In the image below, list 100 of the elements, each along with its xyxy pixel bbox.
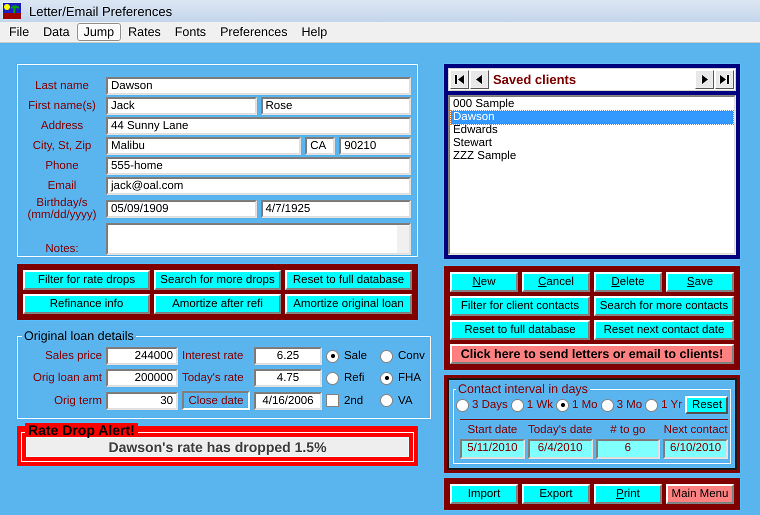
option-label: 2nd [344,394,364,406]
input-field[interactable]: 44 Sunny Lane [106,117,411,135]
field-label: Interest rate [182,350,244,362]
action-button[interactable]: Reset to full database [450,320,590,340]
send-button[interactable]: Click here to send letters or email to clients! [450,344,734,364]
reset-button[interactable]: Reset [685,396,728,414]
field-label: City, St, Zip [32,140,92,152]
action-button[interactable]: Main Menu [666,484,734,504]
option-label: Conv [398,350,425,362]
next-icon[interactable] [695,70,714,89]
input-field[interactable]: 05/09/1909 [106,200,256,218]
action-button[interactable]: Search for more contacts [594,296,734,316]
option-label: 3 Mo [616,399,642,411]
action-button[interactable]: Reset to full database [285,270,412,290]
radio-button[interactable] [600,398,614,412]
input-field[interactable]: 6.25 [254,347,322,365]
option-label: 1 Wk [526,399,553,411]
action-button[interactable]: Filter for rate drops [23,270,150,290]
input-field[interactable]: Dawson [106,77,411,95]
column-label: Start date [466,424,518,436]
list-item[interactable]: 000 Sample [451,98,733,111]
menu-item[interactable]: Rates [121,23,168,41]
menu-item[interactable]: File [2,23,36,41]
input-field[interactable]: CA [305,137,336,155]
column-label: # to go [609,424,646,436]
input-field[interactable]: 30 [106,392,178,410]
field-label: First name(s) [27,100,97,112]
date-field: 6/4/2010 [528,439,592,459]
action-button[interactable]: Delete [594,272,662,292]
column-label: Next contact [663,424,728,436]
menu-item[interactable]: Preferences [213,23,294,41]
group-title: Original loan details [23,329,135,343]
input-field[interactable]: jack@oal.com [106,177,411,195]
input-field[interactable]: 4.75 [254,369,322,387]
action-button[interactable]: Refinance info [23,294,150,314]
action-button[interactable]: Reset next contact date [594,320,734,340]
notes-field[interactable] [106,223,411,255]
column-label: Today's date [528,424,592,436]
field-label: Notes: [44,243,80,255]
menu-item[interactable]: Fonts [168,23,214,41]
option-label: 1 Yr [661,399,682,411]
close-date-button[interactable]: Close date [182,391,250,410]
menu-item[interactable]: Jump [76,23,122,41]
field-label: Last name [34,80,90,92]
field-label: Orig term [53,394,102,406]
field-label: Phone [44,160,80,172]
window-title: Letter/Email Preferences [29,4,172,18]
radio-button[interactable] [326,372,339,384]
input-field[interactable]: 4/16/2006 [254,392,322,410]
input-field[interactable]: 244000 [106,347,178,365]
app-icon [3,3,21,19]
date-field: 6/10/2010 [663,439,728,459]
field-label: Today's rate [182,372,245,384]
list-item[interactable]: Edwards [451,124,733,137]
option-label: 3 Days [472,399,508,411]
action-button[interactable]: Save [666,272,734,292]
alert-message: Dawson's rate has dropped 1.5% [26,437,409,457]
field-label: Sales price [44,350,102,362]
action-button[interactable]: Export [522,484,590,504]
radio-button[interactable] [326,350,339,362]
input-field[interactable]: Malibu [106,137,302,155]
field-label: Email [46,180,78,192]
action-button[interactable]: Import [450,484,518,504]
option-label: Sale [344,350,368,362]
radio-button[interactable] [380,394,393,407]
input-field[interactable]: 4/7/1925 [260,200,411,218]
option-label: Refi [344,372,364,384]
action-button[interactable]: Amortize original loan [285,294,412,314]
menu-item[interactable]: Data [36,23,77,41]
menu-item[interactable]: Help [294,23,334,41]
action-button[interactable]: Filter for client contacts [450,296,590,316]
input-field[interactable]: 200000 [106,369,178,387]
radio-button[interactable] [510,398,524,412]
option-label: FHA [398,372,421,384]
checkbox[interactable] [326,394,339,407]
input-field[interactable]: 90210 [339,137,411,155]
radio-button[interactable] [456,398,469,412]
radio-button[interactable] [556,398,569,412]
last-record-icon[interactable] [715,70,734,89]
option-label: VA [398,394,412,406]
input-field[interactable]: 555-home [106,157,411,175]
radio-button[interactable] [380,372,393,384]
radio-button[interactable] [645,398,658,412]
input-field[interactable]: Jack [106,97,256,115]
action-button[interactable]: New [450,272,518,292]
action-button[interactable]: Print [594,484,662,504]
date-field: 6 [596,439,660,459]
date-field: 5/11/2010 [460,439,525,459]
input-field[interactable]: Rose [260,97,411,115]
list-item[interactable]: ZZZ Sample [451,150,733,163]
list-item[interactable]: Stewart [451,137,733,150]
action-button[interactable]: Amortize after refi [154,294,281,314]
previous-icon[interactable] [470,70,489,89]
action-button[interactable]: Search for more drops [154,270,281,290]
group-title: Contact interval in days [457,382,589,396]
first-record-icon[interactable] [450,70,469,89]
action-button[interactable]: Cancel [522,272,590,292]
alert-title: Rate Drop Alert! [25,423,138,437]
radio-button[interactable] [380,350,393,362]
field-label: Address [40,120,84,132]
